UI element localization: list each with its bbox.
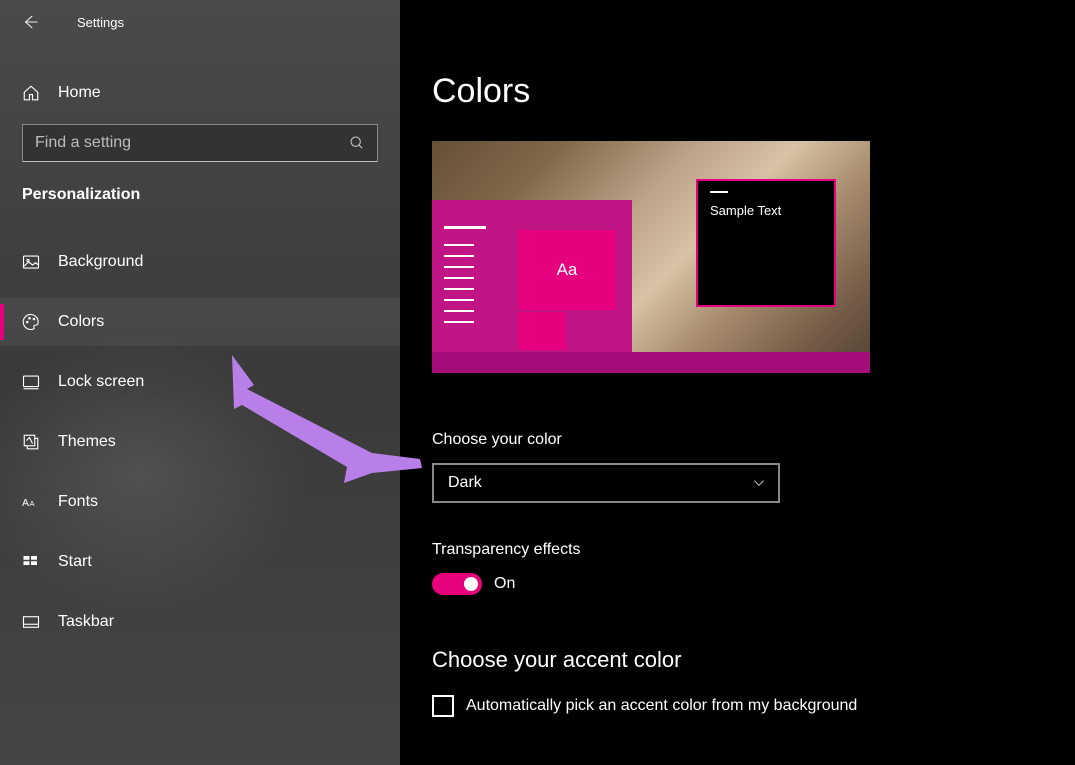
sidebar-item-themes[interactable]: Themes: [0, 418, 400, 466]
transparency-toggle[interactable]: [432, 573, 482, 595]
search-input[interactable]: [35, 134, 349, 152]
accent-color-title: Choose your accent color: [432, 647, 1045, 673]
toggle-knob: [464, 577, 478, 591]
sidebar-item-start[interactable]: Start: [0, 538, 400, 586]
page-title: Colors: [432, 72, 1045, 111]
preview-start-menu: Aa: [432, 200, 632, 352]
auto-accent-row: Automatically pick an accent color from …: [432, 695, 1045, 717]
transparency-toggle-row: On: [432, 573, 1045, 595]
preview-window-line: [710, 191, 728, 193]
home-label: Home: [58, 84, 101, 102]
transparency-state-label: On: [494, 575, 515, 593]
svg-text:A: A: [22, 497, 29, 509]
start-icon: [22, 553, 40, 571]
sidebar-item-label: Themes: [58, 433, 116, 451]
auto-accent-checkbox[interactable]: [432, 695, 454, 717]
sidebar-item-label: Background: [58, 253, 143, 271]
preview-pane: Aa Sample Text: [432, 141, 870, 373]
sidebar-item-colors[interactable]: Colors: [0, 298, 400, 346]
nav-list: Background Colors Lock scree: [0, 218, 400, 646]
chevron-down-icon: [752, 476, 766, 490]
sidebar-item-fonts[interactable]: A A Fonts: [0, 478, 400, 526]
app-title: Settings: [77, 15, 124, 30]
taskbar-icon: [22, 613, 40, 631]
svg-text:A: A: [30, 499, 35, 508]
preview-tile-text: Aa: [557, 260, 578, 280]
category-title: Personalization: [0, 162, 400, 218]
color-mode-dropdown[interactable]: Dark: [432, 463, 780, 503]
home-button[interactable]: Home: [0, 74, 400, 112]
preview-window-text: Sample Text: [710, 203, 822, 218]
themes-icon: [22, 433, 40, 451]
preview-tile-small: [518, 312, 566, 350]
content-area: Colors Aa Sample Text Choose your color …: [400, 0, 1075, 765]
preview-taskbar: [432, 352, 870, 373]
sidebar-item-taskbar[interactable]: Taskbar: [0, 598, 400, 646]
color-mode-label: Choose your color: [432, 431, 1045, 449]
transparency-label: Transparency effects: [432, 541, 1045, 559]
titlebar: Settings: [0, 0, 400, 44]
sidebar-item-label: Colors: [58, 313, 104, 331]
sidebar-item-label: Fonts: [58, 493, 98, 511]
sidebar-item-label: Lock screen: [58, 373, 144, 391]
sidebar-item-background[interactable]: Background: [0, 238, 400, 286]
back-arrow-icon[interactable]: [18, 10, 42, 34]
home-icon: [22, 84, 40, 102]
search-box[interactable]: [22, 124, 378, 162]
sidebar-item-lock-screen[interactable]: Lock screen: [0, 358, 400, 406]
dropdown-value: Dark: [448, 474, 482, 492]
settings-sidebar: Settings Home Personalization: [0, 0, 400, 765]
preview-tile: Aa: [518, 230, 616, 310]
lock-screen-icon: [22, 373, 40, 391]
palette-icon: [22, 313, 40, 331]
auto-accent-label: Automatically pick an accent color from …: [466, 697, 857, 715]
sidebar-item-label: Taskbar: [58, 613, 114, 631]
fonts-icon: A A: [22, 493, 40, 511]
picture-icon: [22, 253, 40, 271]
sidebar-item-label: Start: [58, 553, 92, 571]
preview-start-lines: [444, 226, 486, 323]
search-icon: [349, 135, 365, 151]
preview-window: Sample Text: [696, 179, 836, 307]
